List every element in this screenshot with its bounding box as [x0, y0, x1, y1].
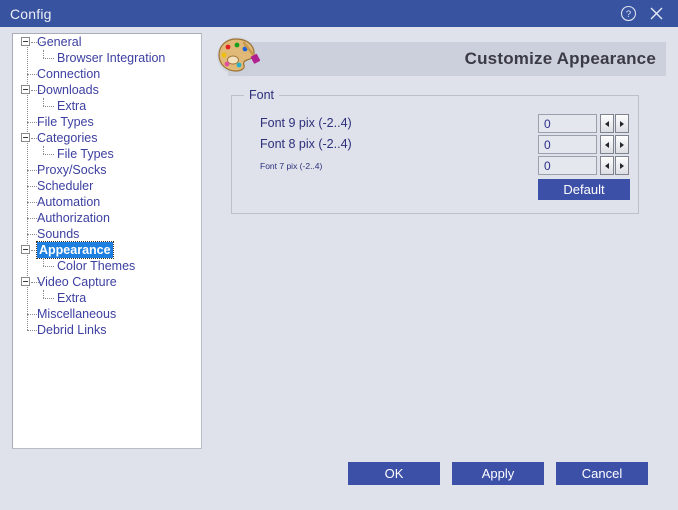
tree-item-label: File Types [37, 115, 94, 129]
tree-collapse-toggle[interactable] [21, 133, 30, 142]
dialog-footer: OK Apply Cancel [0, 456, 678, 510]
stepper-decrease-button[interactable] [600, 135, 614, 154]
font-group-box: Font Font 9 pix (-2..4) 0 Font 8 pix (-2..… [231, 88, 639, 214]
stepper-buttons [600, 135, 630, 154]
tree-connector [27, 170, 37, 171]
tree-collapse-toggle[interactable] [21, 277, 30, 286]
section-header-band: Customize Appearance [228, 42, 666, 76]
stepper-decrease-button[interactable] [600, 156, 614, 175]
palette-icon [214, 33, 262, 79]
font-size-label: Font 9 pix (-2..4) [260, 116, 352, 130]
tree-item-label: Connection [37, 67, 101, 81]
font-size-input[interactable]: 0 [538, 135, 597, 154]
tree-connector [43, 266, 54, 267]
font-size-stepper[interactable]: 0 [538, 135, 630, 154]
tree-connector [43, 58, 54, 59]
tree-item-label: Color Themes [57, 259, 136, 273]
font-size-stepper[interactable]: 0 [538, 114, 630, 133]
tree-item-label: Proxy/Socks [37, 163, 107, 177]
triangle-left-icon [605, 141, 609, 148]
font-size-input[interactable]: 0 [538, 156, 597, 175]
stepper-increase-button[interactable] [615, 156, 629, 175]
tree-connector [27, 234, 37, 235]
page-title: Customize Appearance [464, 49, 656, 68]
font-group-legend: Font [244, 88, 280, 102]
stepper-decrease-button[interactable] [600, 114, 614, 133]
settings-tree-panel[interactable]: General Browser Integration Connection Down… [12, 33, 202, 449]
font-size-input[interactable]: 0 [538, 114, 597, 133]
tree-trunk-line [27, 39, 28, 330]
stepper-increase-button[interactable] [615, 114, 629, 133]
font-size-row: Font 8 pix (-2..4) 0 [232, 135, 638, 156]
question-circle-icon[interactable]: ? [615, 1, 641, 27]
stepper-buttons [600, 114, 630, 133]
default-button[interactable]: Default [538, 179, 630, 200]
tree-connector [43, 298, 54, 299]
tree-item-label: Authorization [37, 211, 110, 225]
triangle-right-icon [620, 120, 624, 127]
tree-item-label: Browser Integration [57, 51, 166, 65]
tree-item-label: Downloads [37, 83, 99, 97]
tree-connector [43, 106, 54, 107]
tree-connector [43, 154, 54, 155]
tree-item-label: Appearance [36, 241, 114, 259]
tree-item-label: Miscellaneous [37, 307, 117, 321]
close-icon[interactable] [643, 1, 669, 27]
apply-button[interactable]: Apply [452, 462, 544, 485]
cancel-button[interactable]: Cancel [556, 462, 648, 485]
ok-button[interactable]: OK [348, 462, 440, 485]
tree-connector [27, 330, 37, 331]
tree-item-label: Extra [57, 99, 87, 113]
tree-connector [27, 314, 37, 315]
font-size-label: Font 8 pix (-2..4) [260, 137, 352, 151]
tree-collapse-toggle[interactable] [21, 85, 30, 94]
triangle-left-icon [605, 120, 609, 127]
tree-collapse-toggle[interactable] [21, 37, 30, 46]
tree-item-label: Sounds [37, 227, 80, 241]
font-size-label: Font 7 pix (-2..4) [260, 161, 323, 171]
svg-text:?: ? [625, 9, 630, 20]
tree-item-label: Automation [37, 195, 101, 209]
window-body: General Browser Integration Connection Down… [0, 27, 678, 510]
tree-connector [43, 98, 44, 106]
tree-connector [27, 202, 37, 203]
content-pane: Customize Appearance Font Font 9 pix (-2… [210, 33, 668, 447]
tree-connector [43, 50, 44, 58]
triangle-right-icon [620, 141, 624, 148]
tree-connector [43, 146, 44, 154]
tree-item-label: General [37, 35, 82, 49]
triangle-right-icon [620, 162, 624, 169]
tree-item-label: Scheduler [37, 179, 94, 193]
window-title: Config [10, 5, 52, 22]
tree-connector [27, 122, 37, 123]
settings-tree[interactable]: General Browser Integration Connection Down… [13, 34, 201, 351]
tree-connector [27, 186, 37, 187]
tree-connector [43, 258, 44, 266]
title-bar: Config ? [0, 0, 678, 27]
stepper-increase-button[interactable] [615, 135, 629, 154]
font-size-row: Font 7 pix (-2..4) 0 [232, 156, 638, 177]
triangle-left-icon [605, 162, 609, 169]
tree-connector [43, 290, 44, 298]
font-size-stepper[interactable]: 0 [538, 156, 630, 175]
tree-item-label: Categories [37, 131, 98, 145]
tree-item-label: File Types [57, 147, 114, 161]
stepper-buttons [600, 156, 630, 175]
font-size-row: Font 9 pix (-2..4) 0 [232, 114, 638, 135]
tree-connector [27, 218, 37, 219]
tree-connector [27, 74, 37, 75]
tree-item-label: Extra [57, 291, 87, 305]
tree-item-label: Video Capture [37, 275, 117, 289]
tree-collapse-toggle[interactable] [21, 245, 30, 254]
tree-item-label: Debrid Links [37, 323, 107, 337]
